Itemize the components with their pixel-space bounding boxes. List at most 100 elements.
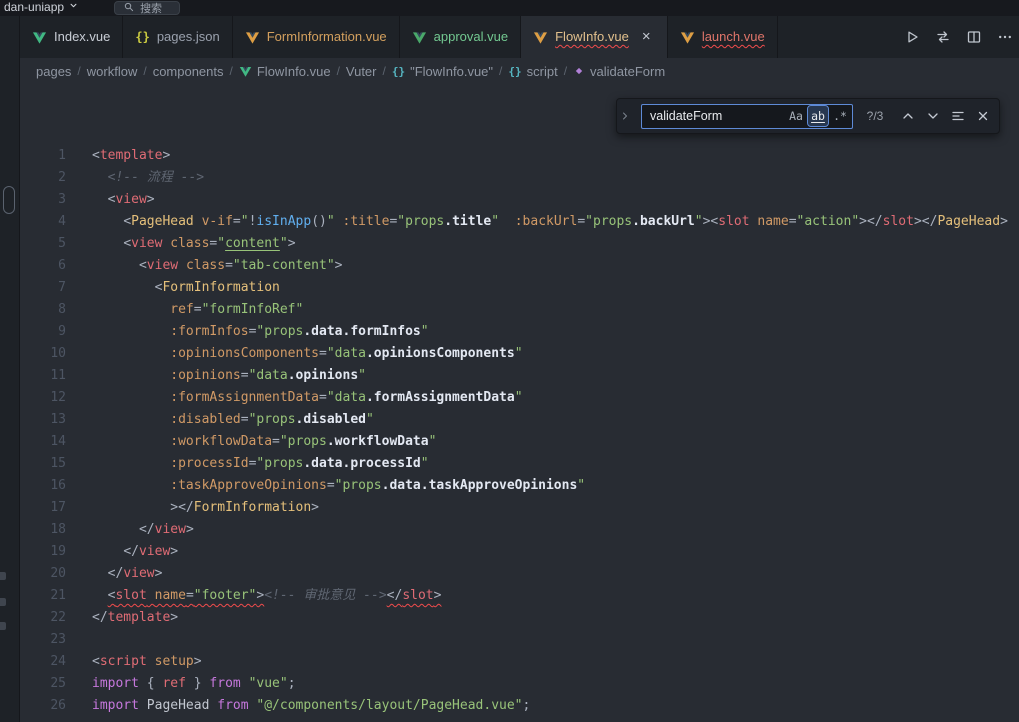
tab-flowinfo-vue[interactable]: FlowInfo.vue×: [521, 16, 668, 58]
find-previous-button[interactable]: [897, 106, 918, 127]
tab-launch-vue[interactable]: launch.vue: [668, 16, 778, 58]
find-widget: validateForm Aaab.* ?/3: [616, 98, 1000, 134]
line-number[interactable]: 26: [20, 695, 66, 717]
code-text: </view>: [66, 541, 178, 563]
line-number[interactable]: 18: [20, 519, 66, 541]
code-line[interactable]: 21 <slot name="footer"><!-- 审批意见 --></sl…: [20, 585, 1019, 607]
line-number[interactable]: 6: [20, 255, 66, 277]
close-icon[interactable]: ×: [638, 29, 655, 46]
code-line[interactable]: 1<template>: [20, 145, 1019, 167]
search-label: 搜索: [140, 0, 162, 16]
line-number[interactable]: 14: [20, 431, 66, 453]
breadcrumb-item-workflow[interactable]: workflow: [87, 64, 138, 79]
breadcrumb-item-validateform[interactable]: validateForm: [573, 64, 665, 79]
find-in-selection-button[interactable]: [947, 106, 968, 127]
open-changes-button[interactable]: [932, 26, 954, 48]
line-number[interactable]: 5: [20, 233, 66, 255]
toggle-replace-icon[interactable]: [617, 99, 633, 133]
line-number[interactable]: 9: [20, 321, 66, 343]
line-number[interactable]: 3: [20, 189, 66, 211]
line-number[interactable]: 4: [20, 211, 66, 233]
code-line[interactable]: 18 </view>: [20, 519, 1019, 541]
code-line[interactable]: 12 :formAssignmentData="data.formAssignm…: [20, 387, 1019, 409]
braces-icon: {}: [392, 65, 405, 78]
line-number[interactable]: 19: [20, 541, 66, 563]
code-line[interactable]: 23: [20, 629, 1019, 651]
code-line[interactable]: 25import { ref } from "vue";: [20, 673, 1019, 695]
code-line[interactable]: 3 <view>: [20, 189, 1019, 211]
code-line[interactable]: 6 <view class="tab-content">: [20, 255, 1019, 277]
code-line[interactable]: 26import PageHead from "@/components/lay…: [20, 695, 1019, 717]
code-line[interactable]: 15 :processId="props.data.processId": [20, 453, 1019, 475]
line-number[interactable]: 7: [20, 277, 66, 299]
breadcrumb-item-pages[interactable]: pages: [36, 64, 71, 79]
line-number[interactable]: 21: [20, 585, 66, 607]
code-line[interactable]: 8 ref="formInfoRef": [20, 299, 1019, 321]
breadcrumb-item-flowinfo-vue[interactable]: {}"FlowInfo.vue": [392, 64, 493, 79]
more-actions-button[interactable]: [994, 26, 1016, 48]
code-line[interactable]: 4 <PageHead v-if="!isInApp()" :title="pr…: [20, 211, 1019, 233]
code-line[interactable]: 11 :opinions="data.opinions": [20, 365, 1019, 387]
code-line[interactable]: 5 <view class="content">: [20, 233, 1019, 255]
breadcrumb-item-script[interactable]: {}script: [508, 64, 557, 79]
run-button[interactable]: [901, 26, 923, 48]
line-number[interactable]: 20: [20, 563, 66, 585]
tab-approval-vue[interactable]: approval.vue: [400, 16, 521, 58]
code-text: <slot name="footer"><!-- 审批意见 --></slot>: [66, 585, 441, 607]
code-text: import { ref } from "vue";: [66, 673, 296, 695]
line-number[interactable]: 17: [20, 497, 66, 519]
line-number[interactable]: 2: [20, 167, 66, 189]
code-text: :opinionsComponents="data.opinionsCompon…: [66, 343, 523, 365]
tab-index-vue[interactable]: Index.vue: [20, 16, 123, 58]
code-line[interactable]: 7 <FormInformation: [20, 277, 1019, 299]
code-line[interactable]: 14 :workflowData="props.workflowData": [20, 431, 1019, 453]
left-strip-handle[interactable]: [3, 186, 15, 214]
find-input[interactable]: validateForm Aaab.*: [641, 104, 853, 129]
code-line[interactable]: 22</template>: [20, 607, 1019, 629]
tab-label: launch.vue: [702, 29, 765, 45]
tab-pages-json[interactable]: {}pages.json: [123, 16, 232, 58]
code-text: :workflowData="props.workflowData": [66, 431, 436, 453]
line-number[interactable]: 15: [20, 453, 66, 475]
code-line[interactable]: 9 :formInfos="props.data.formInfos": [20, 321, 1019, 343]
regex-toggle[interactable]: .*: [830, 106, 850, 126]
code-line[interactable]: 19 </view>: [20, 541, 1019, 563]
code-text: <template>: [66, 145, 170, 167]
workspace-switcher[interactable]: dan-uniapp: [0, 0, 84, 16]
whole-word-toggle[interactable]: ab: [808, 106, 828, 126]
find-next-button[interactable]: [922, 106, 943, 127]
line-number[interactable]: 13: [20, 409, 66, 431]
chevron-down-icon: [67, 0, 80, 15]
match-case-toggle[interactable]: Aa: [786, 106, 806, 126]
code-line[interactable]: 16 :taskApproveOpinions="props.data.task…: [20, 475, 1019, 497]
line-number[interactable]: 23: [20, 629, 66, 651]
editor-column: Index.vue{}pages.jsonFormInformation.vue…: [20, 16, 1019, 722]
breadcrumb-item-vuter[interactable]: Vuter: [346, 64, 377, 79]
breadcrumb-item-components[interactable]: components: [153, 64, 224, 79]
line-number[interactable]: 1: [20, 145, 66, 167]
code-line[interactable]: 2 <!-- 流程 -->: [20, 167, 1019, 189]
command-center-search[interactable]: 搜索: [114, 1, 180, 15]
vue-icon: [245, 30, 260, 45]
vue-icon: [533, 30, 548, 45]
code-line[interactable]: 13 :disabled="props.disabled": [20, 409, 1019, 431]
line-number[interactable]: 24: [20, 651, 66, 673]
find-close-button[interactable]: [972, 106, 993, 127]
tab-strip: Index.vue{}pages.jsonFormInformation.vue…: [20, 16, 778, 58]
code-line[interactable]: 20 </view>: [20, 563, 1019, 585]
split-editor-button[interactable]: [963, 26, 985, 48]
line-number[interactable]: 8: [20, 299, 66, 321]
code-text: :taskApproveOpinions="props.data.taskApp…: [66, 475, 585, 497]
line-number[interactable]: 10: [20, 343, 66, 365]
line-number[interactable]: 25: [20, 673, 66, 695]
tab-forminformation-vue[interactable]: FormInformation.vue: [233, 16, 400, 58]
editor-pane: validateForm Aaab.* ?/3 1<template>2 <!-…: [20, 84, 1019, 722]
line-number[interactable]: 16: [20, 475, 66, 497]
line-number[interactable]: 11: [20, 365, 66, 387]
code-line[interactable]: 10 :opinionsComponents="data.opinionsCom…: [20, 343, 1019, 365]
line-number[interactable]: 22: [20, 607, 66, 629]
line-number[interactable]: 12: [20, 387, 66, 409]
code-line[interactable]: 17 ></FormInformation>: [20, 497, 1019, 519]
code-line[interactable]: 24<script setup>: [20, 651, 1019, 673]
breadcrumb-item-flowinfo-vue[interactable]: FlowInfo.vue: [239, 64, 331, 79]
